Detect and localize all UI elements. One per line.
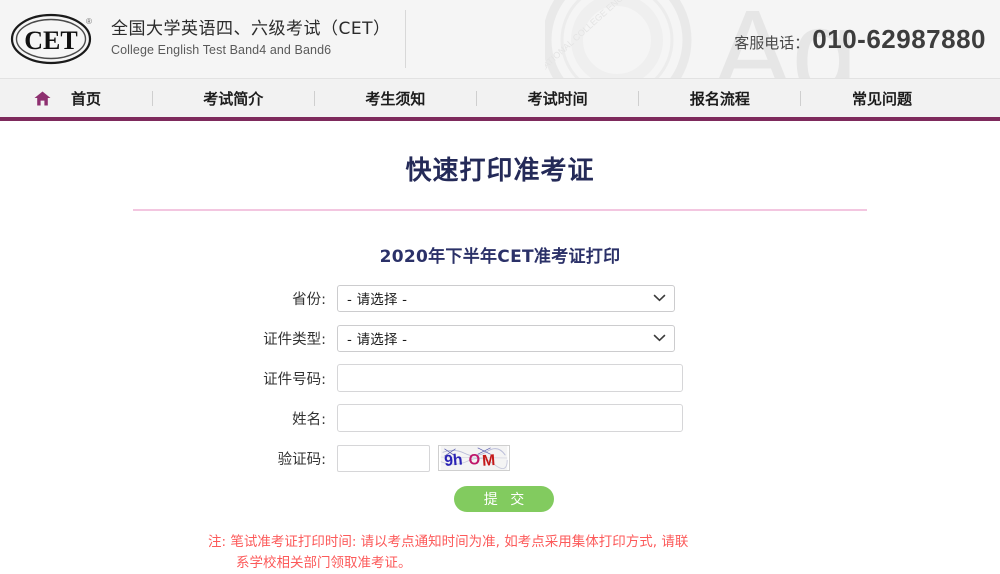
nav-separator-4	[588, 90, 690, 106]
hotline-number: 010-62987880	[812, 23, 986, 54]
hotline: 客服电话： 010-62987880	[734, 24, 986, 55]
note-line-1: 注: 笔试准考证打印时间: 请以考点通知时间为准, 如考点采用集体打印方式, 请…	[208, 534, 689, 550]
submit-button[interactable]: 提 交	[454, 486, 554, 512]
print-time-note: 注: 笔试准考证打印时间: 请以考点通知时间为准, 如考点采用集体打印方式, 请…	[190, 532, 810, 574]
svg-text:9h: 9h	[444, 451, 464, 470]
svg-text:CET: CET	[24, 26, 77, 55]
id-type-select[interactable]: - 请选择 -	[337, 324, 675, 352]
label-id-type: 证件类型:	[263, 331, 326, 348]
svg-text:®: ®	[86, 17, 92, 26]
form-row-province: 省份: - 请选择 -	[0, 282, 1000, 314]
chevron-down-icon	[653, 334, 666, 342]
page-title: 快速打印准考证	[405, 156, 595, 186]
form-row-full-name: 姓名:	[0, 402, 1000, 434]
submit-row: 提 交	[0, 486, 1000, 512]
site-logo[interactable]: CET ® 全国大学英语四、六级考试（CET） College English …	[10, 10, 406, 68]
brand-title-en: College English Test Band4 and Band6	[111, 43, 332, 58]
note-line-2: 系学校相关部门领取准考证。	[236, 554, 412, 571]
nav-label-home: 首页	[71, 89, 102, 108]
svg-text:M: M	[482, 452, 496, 470]
form-row-captcha: 验证码: 9h O M	[0, 442, 1000, 474]
nav-item-exam-time[interactable]: 考试时间	[528, 88, 588, 109]
main-navigation: 首页 考试简介 考生须知 考试时间 报名流程 常见问题	[0, 79, 1000, 121]
svg-text:O: O	[468, 452, 480, 469]
nav-label-exam-time: 考试时间	[527, 89, 588, 108]
nav-label-registration-process: 报名流程	[689, 89, 750, 108]
admission-ticket-form: 省份: - 请选择 - 证件类型: - 请选择 - 证件号码: 姓名: 验证码:…	[0, 282, 1000, 512]
site-header: NATIONAL COLLEGE ENGLISH TEST Ag CET ® 全…	[0, 0, 1000, 79]
nav-label-candidate-notice: 考生须知	[365, 89, 426, 108]
brand-title-cn: 全国大学英语四、六级考试（CET）	[111, 19, 391, 40]
captcha-image[interactable]: 9h O M	[438, 445, 510, 471]
id-number-input[interactable]	[337, 364, 683, 392]
nav-label-faq: 常见问题	[852, 89, 913, 108]
nav-item-faq[interactable]: 常见问题	[852, 88, 1000, 109]
nav-separator-5	[750, 90, 852, 106]
title-divider	[133, 209, 867, 211]
label-id-number: 证件号码:	[263, 371, 326, 388]
chevron-down-icon	[653, 294, 666, 302]
nav-item-candidate-notice[interactable]: 考生须知	[365, 88, 425, 109]
hotline-label: 客服电话：	[734, 33, 810, 52]
label-captcha: 验证码:	[277, 451, 326, 468]
full-name-input[interactable]	[337, 404, 683, 432]
label-province: 省份:	[292, 291, 326, 308]
captcha-input[interactable]	[337, 444, 430, 472]
nav-separator-2	[263, 90, 365, 106]
form-row-id-number: 证件号码:	[0, 362, 1000, 394]
form-row-id-type: 证件类型: - 请选择 -	[0, 322, 1000, 354]
nav-separator-3	[425, 90, 527, 106]
nav-separator-1	[101, 90, 203, 106]
nav-item-exam-intro[interactable]: 考试简介	[203, 88, 263, 109]
sidebar-item-home[interactable]: 首页	[34, 88, 101, 109]
main-content: 快速打印准考证 2020年下半年CET准考证打印 省份: - 请选择 - 证件类…	[0, 121, 1000, 574]
label-full-name: 姓名:	[292, 411, 326, 428]
province-select[interactable]: - 请选择 -	[337, 284, 675, 312]
nav-label-exam-intro: 考试简介	[203, 89, 264, 108]
province-select-value: - 请选择 -	[347, 292, 408, 308]
nav-item-registration-process[interactable]: 报名流程	[690, 88, 750, 109]
id-type-select-value: - 请选择 -	[347, 332, 408, 348]
form-subtitle: 2020年下半年CET准考证打印	[379, 247, 621, 267]
home-icon	[34, 91, 51, 105]
cet-logo-icon: CET ®	[10, 13, 92, 65]
